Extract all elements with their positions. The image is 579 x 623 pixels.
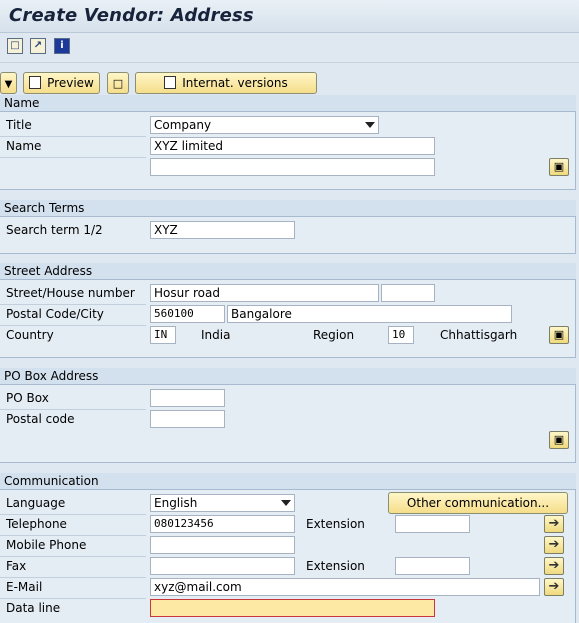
- paste-doc-icon[interactable]: ↗: [30, 38, 46, 54]
- mobile-label: Mobile Phone: [6, 538, 87, 552]
- postal-code-field[interactable]: 560100: [150, 305, 225, 323]
- arrow-right-icon: ➔: [548, 537, 560, 552]
- expand-icon: ▼: [4, 79, 13, 90]
- title-select[interactable]: Company: [150, 116, 379, 134]
- house-number-field[interactable]: [381, 284, 435, 302]
- divider: [0, 598, 146, 599]
- divider: [0, 514, 146, 515]
- internat-label: Internat. versions: [182, 76, 288, 90]
- telephone-extension-field[interactable]: [395, 515, 470, 533]
- mobile-more-button[interactable]: ➔: [544, 536, 564, 554]
- preview-icon: [29, 76, 42, 89]
- divider: [0, 409, 146, 410]
- expand-fields-icon: ▣: [553, 160, 565, 173]
- street-label: Street/House number: [6, 286, 135, 300]
- more-pobox-button[interactable]: ▣: [549, 431, 569, 449]
- expand-fields-icon: ▣: [553, 433, 565, 446]
- divider: [0, 304, 146, 305]
- region-code-field[interactable]: 10: [388, 326, 414, 344]
- language-label: Language: [6, 496, 66, 510]
- dataline-label: Data line: [6, 601, 61, 615]
- page-title: Create Vendor: Address: [9, 5, 254, 26]
- city-field[interactable]: Bangalore: [227, 305, 512, 323]
- pobox-postal-label: Postal code: [6, 412, 75, 426]
- name-group-header: Name: [0, 95, 576, 112]
- email-field[interactable]: xyz@mail.com: [150, 578, 540, 596]
- copy-doc-icon[interactable]: □: [7, 38, 23, 54]
- country-code-field[interactable]: IN: [150, 326, 176, 344]
- other-communication-button[interactable]: Other communication...: [388, 492, 568, 514]
- region-label: Region: [313, 328, 355, 342]
- language-select[interactable]: English: [150, 494, 295, 512]
- email-label: E-Mail: [6, 580, 43, 594]
- postal-city-label: Postal Code/City: [6, 307, 104, 321]
- fax-extension-field[interactable]: [395, 557, 470, 575]
- mobile-field[interactable]: [150, 536, 295, 554]
- arrow-right-icon: ➔: [548, 579, 560, 594]
- pobox-group-header: PO Box Address: [0, 368, 576, 385]
- telephone-field[interactable]: 080123456: [150, 515, 295, 533]
- search-term-field[interactable]: XYZ: [150, 221, 295, 239]
- fax-more-button[interactable]: ➔: [544, 557, 564, 575]
- name-label: Name: [6, 139, 42, 153]
- chevron-down-icon: [281, 500, 291, 506]
- name-field[interactable]: XYZ limited: [150, 137, 435, 155]
- internat-versions-button[interactable]: Internat. versions: [135, 72, 317, 94]
- street-group-header: Street Address: [0, 263, 576, 280]
- pobox-label: PO Box: [6, 391, 49, 405]
- versions-icon: [164, 76, 177, 89]
- country-name: India: [201, 328, 231, 342]
- search-term-label: Search term 1/2: [6, 223, 103, 237]
- layout-icon: □: [112, 77, 124, 90]
- divider: [0, 325, 146, 326]
- communication-group-header: Communication: [0, 473, 576, 490]
- title-label: Title: [6, 118, 32, 132]
- arrow-right-icon: ➔: [548, 558, 560, 573]
- telephone-more-button[interactable]: ➔: [544, 515, 564, 533]
- divider: [0, 136, 146, 137]
- search-group-header: Search Terms: [0, 200, 576, 217]
- fax-extension-label: Extension: [306, 559, 365, 573]
- street-field[interactable]: Hosur road: [150, 284, 379, 302]
- expand-button[interactable]: ▼: [0, 72, 17, 94]
- chevron-down-icon: [365, 122, 375, 128]
- divider: [0, 157, 146, 158]
- fax-label: Fax: [6, 559, 27, 573]
- title-value: Company: [154, 118, 212, 132]
- divider: [0, 535, 146, 536]
- arrow-right-icon: ➔: [548, 516, 560, 531]
- telephone-extension-label: Extension: [306, 517, 365, 531]
- application-toolbar: [0, 33, 579, 63]
- preview-button[interactable]: Preview: [23, 72, 100, 94]
- region-name: Chhattisgarh: [440, 328, 518, 342]
- language-value: English: [154, 496, 198, 510]
- name2-field[interactable]: [150, 158, 435, 176]
- more-address-button[interactable]: ▣: [549, 326, 569, 344]
- layout-button[interactable]: □: [107, 72, 129, 94]
- info-icon[interactable]: i: [54, 38, 70, 54]
- dataline-field[interactable]: [150, 599, 435, 617]
- preview-label: Preview: [47, 76, 94, 90]
- country-label: Country: [6, 328, 54, 342]
- email-more-button[interactable]: ➔: [544, 578, 564, 596]
- pobox-postal-field[interactable]: [150, 410, 225, 428]
- divider: [0, 577, 146, 578]
- telephone-label: Telephone: [6, 517, 67, 531]
- expand-fields-icon: ▣: [553, 328, 565, 341]
- more-names-button[interactable]: ▣: [549, 158, 569, 176]
- pobox-field[interactable]: [150, 389, 225, 407]
- divider: [0, 556, 146, 557]
- fax-field[interactable]: [150, 557, 295, 575]
